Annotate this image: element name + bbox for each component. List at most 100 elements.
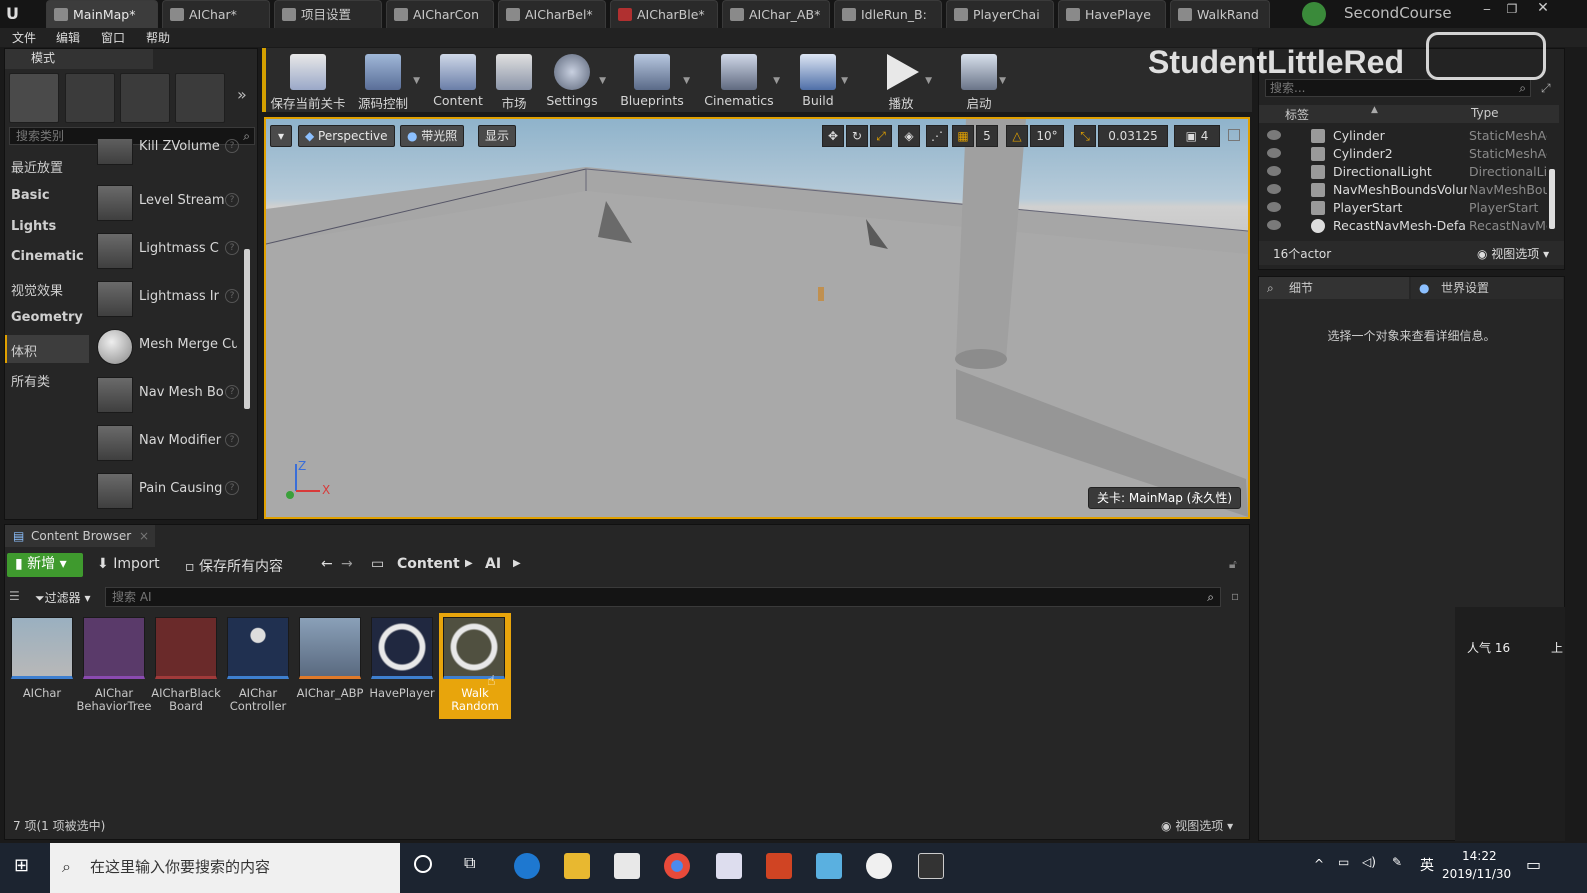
- outliner-row[interactable]: DirectionalLightDirectionalLic: [1259, 163, 1559, 181]
- eye-icon[interactable]: [1267, 202, 1281, 212]
- level-viewport[interactable]: Z X ▾ ◆ Perspective ● 带光照 显示 ✥ ↻ ⤢ ◈ ⋰ ▦…: [264, 117, 1250, 519]
- input-language[interactable]: 英: [1420, 855, 1434, 875]
- asset-walkrandom-selected[interactable]: Walk Random: [439, 613, 511, 719]
- category-all-classes[interactable]: 所有类: [11, 371, 50, 390]
- rotate-tool-icon[interactable]: ↻: [846, 125, 868, 147]
- category-geometry[interactable]: Geometry: [11, 310, 83, 325]
- filter-button[interactable]: ⏷过滤器 ▾: [35, 589, 90, 606]
- outliner-row[interactable]: NavMeshBoundsVolumNavMeshBou: [1259, 181, 1559, 199]
- minimize-button[interactable]: ‒: [1478, 2, 1496, 20]
- tab-mainmap[interactable]: MainMap*: [46, 0, 158, 28]
- eye-icon[interactable]: [1267, 130, 1281, 140]
- outliner-scrollbar[interactable]: [1549, 169, 1555, 229]
- network-icon[interactable]: ▭: [1338, 855, 1349, 869]
- tab-aichar-abp[interactable]: AIChar_AB*: [722, 0, 830, 28]
- taskbar-search-box[interactable]: ⌕在这里输入你要搜索的内容: [50, 843, 400, 893]
- edge-icon[interactable]: [514, 853, 540, 879]
- save-all-button[interactable]: ▫ 保存所有内容: [185, 556, 283, 576]
- eye-icon[interactable]: [1267, 184, 1281, 194]
- place-mode-button[interactable]: [9, 73, 59, 123]
- sources-toggle-icon[interactable]: ☰: [9, 589, 20, 603]
- viewport-options-button[interactable]: ▾: [270, 125, 292, 147]
- place-item-nav-modifier[interactable]: Nav Modifier?: [95, 421, 243, 465]
- tab-aicharbel[interactable]: AICharBel*: [498, 0, 606, 28]
- place-item-kill-zvolume[interactable]: Kill ZVolume?: [95, 139, 243, 169]
- chrome-icon[interactable]: [664, 853, 690, 879]
- modes-tab[interactable]: 模式: [5, 49, 153, 69]
- source-control-button[interactable]: 源码控制▼: [352, 50, 414, 110]
- new-button[interactable]: ▮ 新增 ▾: [7, 553, 83, 577]
- asset-search-input[interactable]: 搜索 AI⌕: [105, 587, 1221, 607]
- maximize-button[interactable]: ❐: [1503, 2, 1521, 20]
- store-icon[interactable]: [614, 853, 640, 879]
- scale-snap-icon[interactable]: ⤡: [1074, 125, 1096, 147]
- place-item-lightmass-ir[interactable]: Lightmass Ir?: [95, 277, 243, 321]
- cortana-icon[interactable]: [414, 855, 432, 873]
- category-visual-effects[interactable]: 视觉效果: [11, 280, 63, 299]
- close-button[interactable]: ✕: [1534, 0, 1552, 18]
- chart-app-icon[interactable]: [716, 853, 742, 879]
- place-item-lightmass-c[interactable]: Lightmass C?: [95, 229, 243, 273]
- image-app-icon[interactable]: [816, 853, 842, 879]
- asset-anim-blueprint[interactable]: AIChar_ABP: [297, 613, 363, 719]
- lit-mode-button[interactable]: ● 带光照: [400, 125, 464, 147]
- grid-snap-icon[interactable]: ▦: [952, 125, 974, 147]
- eye-icon[interactable]: [1267, 220, 1281, 230]
- category-basic[interactable]: Basic: [11, 188, 50, 203]
- clock-date[interactable]: 2019/11/30: [1442, 867, 1511, 881]
- landscape-mode-button[interactable]: [120, 73, 170, 123]
- pen-icon[interactable]: ✎: [1392, 855, 1402, 869]
- eye-icon[interactable]: [1267, 166, 1281, 176]
- add-filter-icon[interactable]: ⤢: [1541, 81, 1551, 96]
- category-recent[interactable]: 最近放置: [11, 157, 63, 176]
- tab-details[interactable]: ⌕细节: [1259, 277, 1409, 299]
- unreal-engine-icon[interactable]: [866, 853, 892, 879]
- menu-edit[interactable]: 编辑: [56, 29, 80, 46]
- file-explorer-icon[interactable]: [564, 853, 590, 879]
- back-arrow-icon[interactable]: ←: [321, 556, 333, 572]
- show-button[interactable]: 显示: [478, 125, 516, 147]
- asset-aichar[interactable]: AIChar: [9, 613, 75, 719]
- epic-games-icon[interactable]: [918, 853, 944, 879]
- paint-mode-button[interactable]: [65, 73, 115, 123]
- more-modes-icon[interactable]: »: [237, 85, 247, 104]
- asset-blackboard[interactable]: AICharBlack Board: [153, 613, 219, 719]
- menu-window[interactable]: 窗口: [101, 29, 125, 46]
- show-hidden-icons-icon[interactable]: ^: [1314, 857, 1324, 871]
- outliner-row[interactable]: Cylinder2StaticMeshAc: [1259, 145, 1559, 163]
- volume-icon[interactable]: ◁): [1362, 855, 1376, 869]
- blueprints-button[interactable]: Blueprints▼: [620, 50, 684, 110]
- menu-help[interactable]: 帮助: [146, 29, 170, 46]
- asset-behavior-tree[interactable]: AIChar BehaviorTree: [81, 613, 147, 719]
- place-item-level-stream[interactable]: Level Stream?: [95, 181, 243, 225]
- marketplace-button[interactable]: 市场: [492, 50, 536, 110]
- place-item-mesh-merge[interactable]: Mesh Merge Cu: [95, 325, 243, 369]
- tab-haveplayer[interactable]: HavePlaye: [1058, 0, 1166, 28]
- outliner-row[interactable]: RecastNavMesh-DefaulRecastNavMe: [1259, 217, 1559, 235]
- tab-walkrandom[interactable]: WalkRand: [1170, 0, 1270, 28]
- breadcrumb-separator-icon[interactable]: ▶: [465, 558, 473, 569]
- translate-tool-icon[interactable]: ✥: [822, 125, 844, 147]
- scale-snap-value[interactable]: 0.03125: [1098, 125, 1168, 147]
- breadcrumb-ai[interactable]: AI: [485, 556, 501, 572]
- source-control-icon[interactable]: [1302, 2, 1326, 26]
- task-view-icon[interactable]: ⧉: [464, 853, 475, 873]
- lock-icon[interactable]: 🔓︎: [1229, 557, 1237, 572]
- place-item-nav-mesh-bounds[interactable]: Nav Mesh Bo?: [95, 373, 243, 417]
- tab-world-settings[interactable]: ●世界设置: [1411, 277, 1563, 299]
- import-button[interactable]: ⬇ Import: [97, 556, 160, 572]
- outliner-row[interactable]: PlayerStartPlayerStart: [1259, 199, 1559, 217]
- type-column-header[interactable]: Type: [1471, 106, 1499, 120]
- windows-start-icon[interactable]: ⊞: [14, 855, 29, 876]
- view-options-button[interactable]: ◉ 视图选项 ▾: [1161, 817, 1233, 834]
- powerpoint-icon[interactable]: [766, 853, 792, 879]
- breadcrumb-content[interactable]: Content: [397, 556, 460, 572]
- eye-icon[interactable]: [1267, 148, 1281, 158]
- perspective-button[interactable]: ◆ Perspective: [298, 125, 395, 147]
- surface-snap-icon[interactable]: ⋰: [926, 125, 948, 147]
- save-search-icon[interactable]: ▫: [1231, 589, 1239, 603]
- tab-aicharble[interactable]: AICharBle*: [610, 0, 718, 28]
- content-browser-tab[interactable]: ▤Content Browser×: [5, 525, 155, 547]
- place-item-pain-causing[interactable]: Pain Causing?: [95, 469, 243, 513]
- cinematics-button[interactable]: Cinematics▼: [704, 50, 774, 110]
